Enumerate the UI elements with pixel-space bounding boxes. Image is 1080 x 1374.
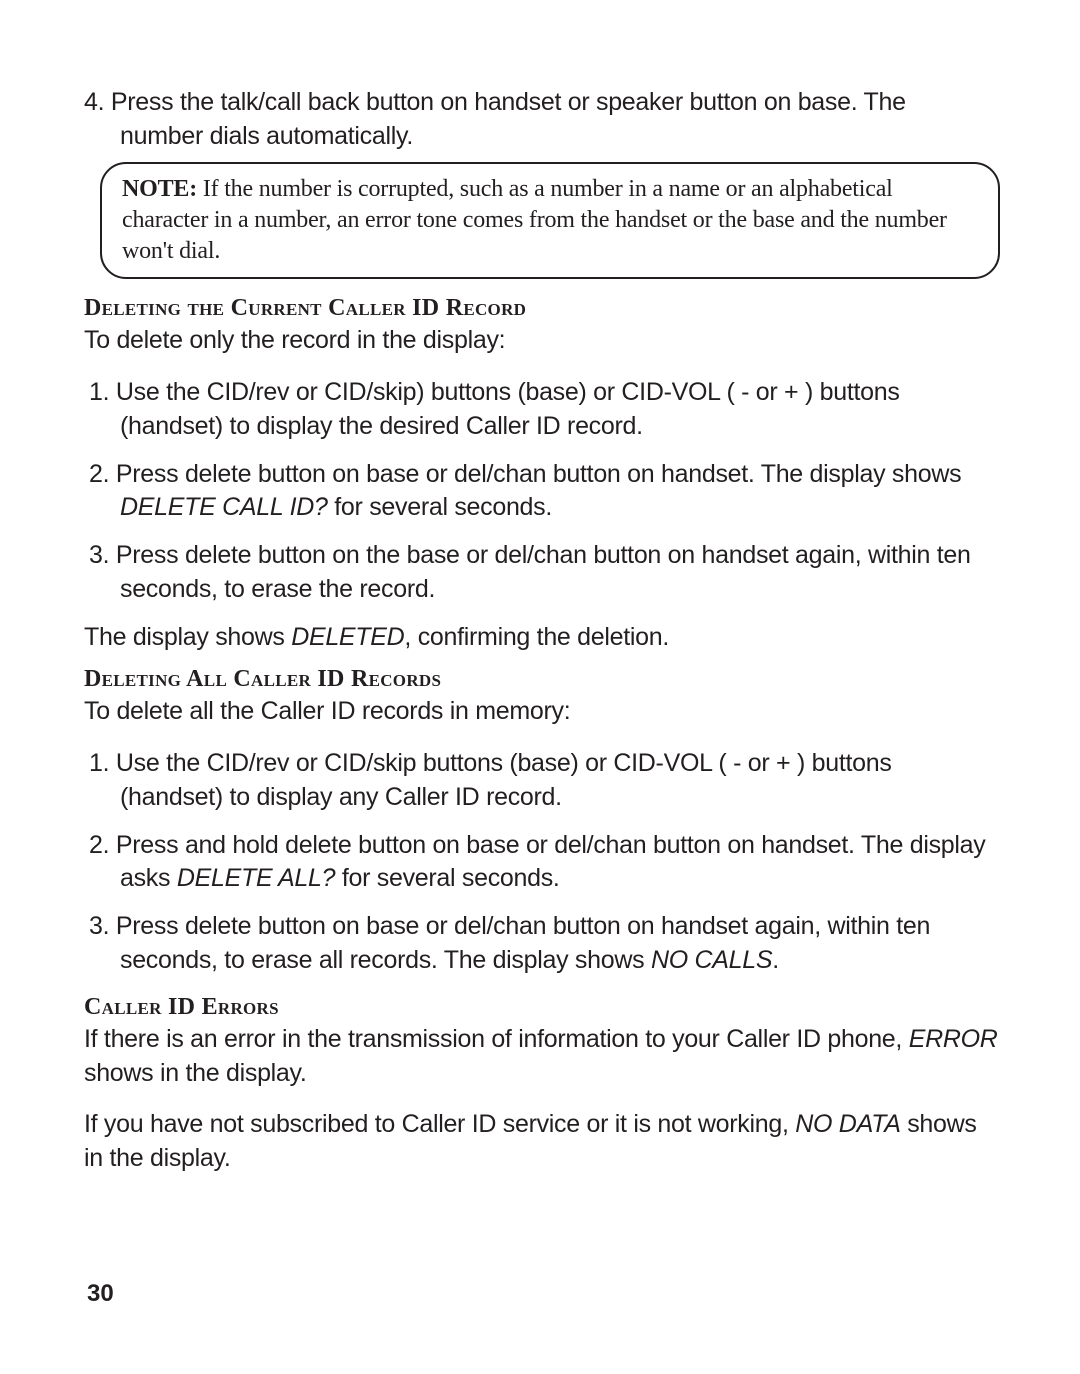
item-text-italic: NO CALLS [651, 946, 772, 974]
p2-italic: NO DATA [795, 1110, 900, 1138]
item-text-a: Press delete button on base or del/chan … [116, 912, 930, 974]
p1-b: shows in the display. [84, 1059, 307, 1087]
followup-italic: DELETED [291, 623, 404, 651]
note-body: If the number is corrupted, such as a nu… [122, 176, 947, 264]
list-item: 1. Use the CID/rev or CID/skip buttons (… [84, 747, 1000, 815]
item-text-b: . [772, 946, 779, 974]
p1-italic: ERROR [909, 1025, 998, 1053]
heading-errors: Caller ID Errors [84, 992, 1000, 1023]
item-text-a: Use the CID/rev or CID/skip buttons (bas… [116, 749, 892, 811]
note-box: NOTE: If the number is corrupted, such a… [100, 162, 1000, 280]
intro-step: 4. Press the talk/call back button on ha… [84, 86, 1000, 154]
item-text-a: Use the CID/rev or CID/skip) buttons (ba… [116, 378, 900, 440]
step-text-line2: number dials automatically. [84, 120, 1000, 154]
step-number: 4. [84, 88, 104, 116]
p1-a: If there is an error in the transmission… [84, 1025, 909, 1053]
item-text-italic: DELETE ALL? [177, 864, 335, 892]
list-item: 2. Press delete button on base or del/ch… [84, 458, 1000, 526]
errors-p2: If you have not subscribed to Caller ID … [84, 1108, 1000, 1176]
item-number: 1. [89, 378, 109, 406]
item-number: 3. [89, 541, 109, 569]
heading-delete-all: Deleting All Caller ID Records [84, 664, 1000, 695]
item-text-b: for several seconds. [335, 864, 559, 892]
followup-delete-current: The display shows DELETED, confirming th… [84, 621, 1000, 655]
item-number: 3. [89, 912, 109, 940]
list-delete-all: 1. Use the CID/rev or CID/skip buttons (… [84, 747, 1000, 978]
list-delete-current: 1. Use the CID/rev or CID/skip) buttons … [84, 376, 1000, 607]
list-item: 2. Press and hold delete button on base … [84, 829, 1000, 897]
lead-delete-all: To delete all the Caller ID records in m… [84, 695, 1000, 729]
lead-delete-current: To delete only the record in the display… [84, 324, 1000, 358]
note-label: NOTE: [122, 176, 197, 202]
item-number: 2. [89, 831, 109, 859]
item-number: 2. [89, 460, 109, 488]
item-text-italic: DELETE CALL ID? [120, 493, 328, 521]
heading-delete-current: Deleting the Current Caller ID Record [84, 293, 1000, 324]
p2-a: If you have not subscribed to Caller ID … [84, 1110, 795, 1138]
item-text-a: Press delete button on base or del/chan … [116, 460, 961, 488]
item-text-a: Press delete button on the base or del/c… [116, 541, 971, 603]
errors-p1: If there is an error in the transmission… [84, 1023, 1000, 1091]
page-number: 30 [87, 1280, 114, 1308]
list-item: 1. Use the CID/rev or CID/skip) buttons … [84, 376, 1000, 444]
list-item: 3. Press delete button on the base or de… [84, 539, 1000, 607]
followup-a: The display shows [84, 623, 291, 651]
list-item: 3. Press delete button on base or del/ch… [84, 910, 1000, 978]
followup-b: , confirming the deletion. [404, 623, 669, 651]
step-text-line1: Press the talk/call back button on hands… [111, 88, 906, 116]
item-text-b: for several seconds. [328, 493, 552, 521]
item-number: 1. [89, 749, 116, 777]
